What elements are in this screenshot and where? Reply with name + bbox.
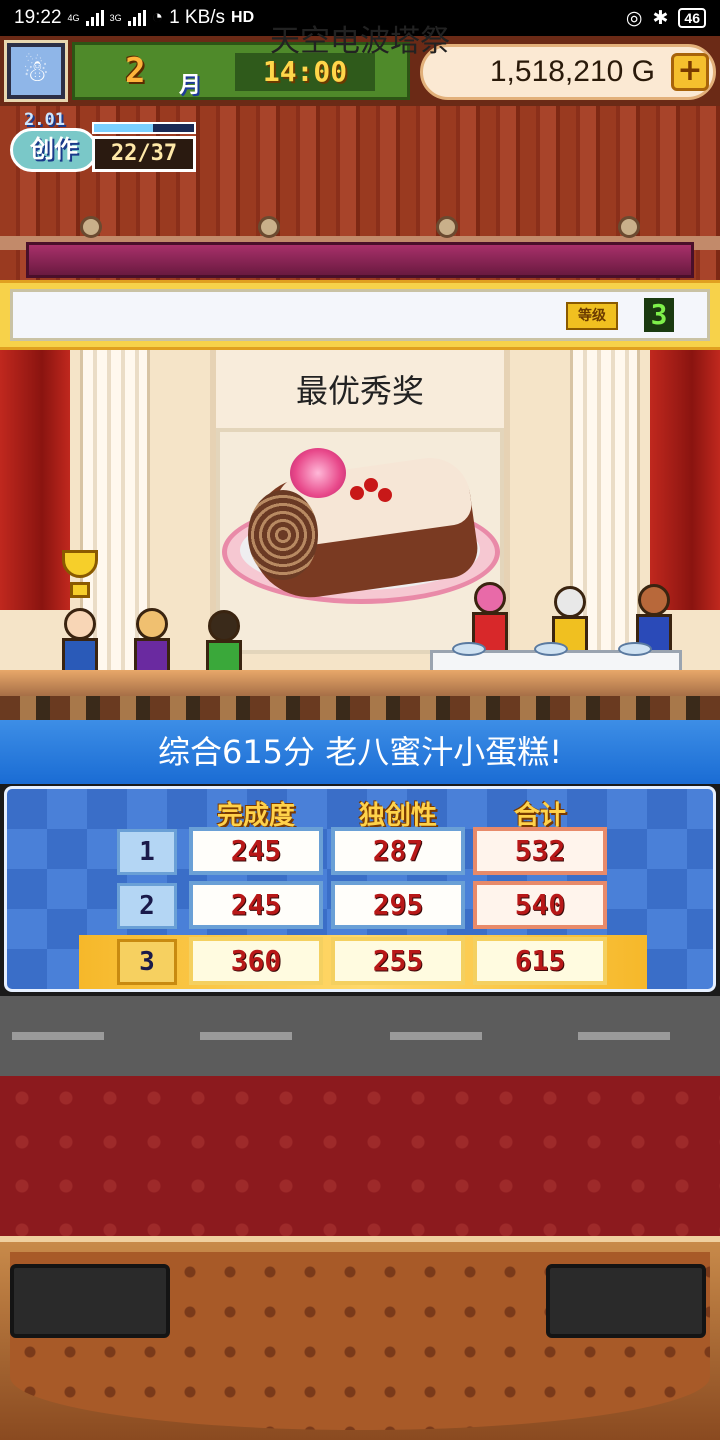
left-panel-button[interactable] bbox=[10, 1264, 170, 1338]
curtain-knob bbox=[436, 216, 458, 238]
curtain-knob bbox=[80, 216, 102, 238]
trophy-icon bbox=[56, 550, 104, 600]
judge-plate bbox=[618, 642, 652, 656]
berry bbox=[378, 488, 392, 502]
score-completion: 245 bbox=[189, 881, 323, 929]
right-panel-button[interactable] bbox=[546, 1264, 706, 1338]
event-grade-label: 等级 bbox=[566, 302, 618, 330]
score-total: 615 bbox=[473, 937, 607, 985]
award-stage: 最优秀奖 bbox=[0, 350, 720, 720]
curtain-knob bbox=[258, 216, 280, 238]
create-level: 2.01 bbox=[24, 110, 65, 130]
score-originality: 295 bbox=[331, 881, 465, 929]
cake-swirl bbox=[248, 490, 318, 580]
score-total: 532 bbox=[473, 827, 607, 875]
round-label: 2 bbox=[117, 883, 177, 929]
score-completion: 245 bbox=[189, 827, 323, 875]
award-title: 最优秀奖 bbox=[295, 372, 424, 410]
berry bbox=[364, 478, 378, 492]
score-originality: 287 bbox=[331, 827, 465, 875]
rose-decoration bbox=[290, 448, 346, 498]
road-dash bbox=[200, 1032, 292, 1040]
gold-value: 1,518,210 G bbox=[489, 55, 655, 88]
event-grade-value: 3 bbox=[644, 298, 674, 332]
score-originality: 255 bbox=[331, 937, 465, 985]
red-carpet bbox=[0, 1076, 720, 1236]
berry bbox=[350, 486, 364, 500]
create-label: 创作 bbox=[10, 128, 98, 172]
road-dash bbox=[578, 1032, 670, 1040]
curtain-knob bbox=[618, 216, 640, 238]
audience-row bbox=[0, 696, 720, 720]
create-progress-fill bbox=[94, 124, 153, 132]
round-label: 1 bbox=[117, 829, 177, 875]
create-progress-count: 22/37 bbox=[92, 136, 196, 172]
road bbox=[0, 996, 720, 1076]
score-completion: 360 bbox=[189, 937, 323, 985]
score-panel: 完成度 独创性 合计 1 245 287 532 2 245 295 540 3… bbox=[4, 786, 716, 992]
month-label: 月 bbox=[179, 73, 202, 98]
curtain-valance bbox=[26, 242, 694, 278]
bottom-panel bbox=[0, 1236, 720, 1440]
judge-plate bbox=[452, 642, 486, 656]
create-badge[interactable]: 2.01 创作 22/37 bbox=[6, 110, 196, 176]
judge-plate bbox=[534, 642, 568, 656]
round-label: 3 bbox=[117, 939, 177, 985]
road-dash bbox=[390, 1032, 482, 1040]
create-progress-bar bbox=[92, 122, 196, 134]
event-title: 天空电波塔祭 bbox=[270, 24, 450, 59]
road-dash bbox=[12, 1032, 104, 1040]
score-total: 540 bbox=[473, 881, 607, 929]
score-summary: 综合615分 老八蜜汁小蛋糕! bbox=[0, 720, 720, 784]
